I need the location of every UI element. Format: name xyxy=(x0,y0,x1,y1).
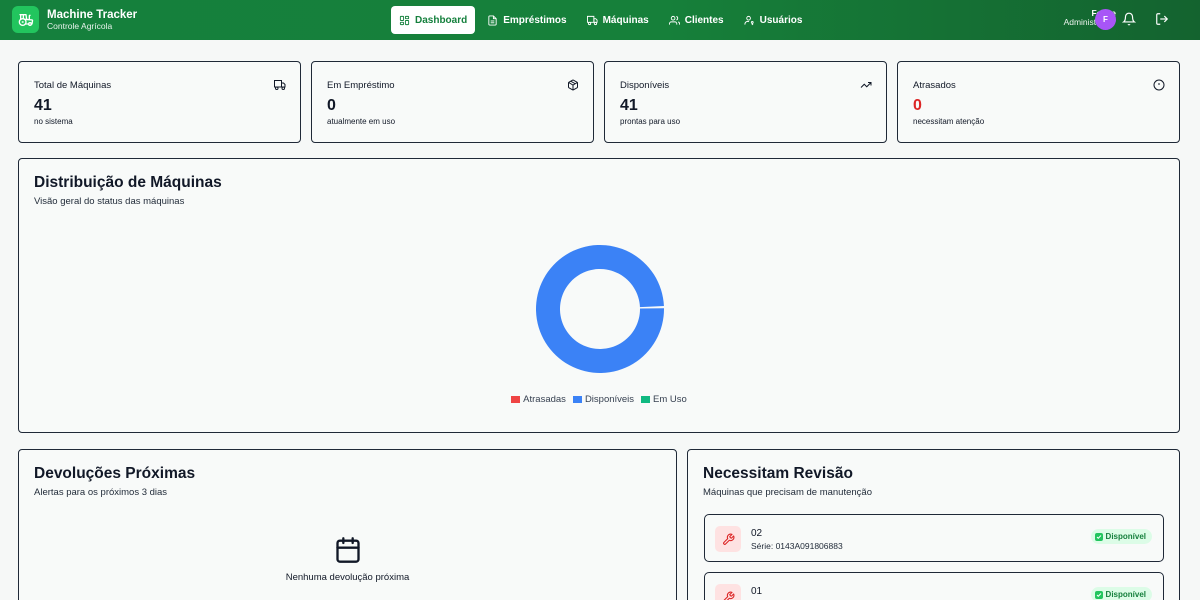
nav-clientes[interactable]: Clientes xyxy=(661,6,732,34)
stat-card-atrasados: Atrasados 0 necessitam atenção xyxy=(897,61,1180,143)
logout-icon[interactable] xyxy=(1155,12,1169,26)
section-title: Necessitam Revisão xyxy=(703,465,853,482)
trending-up-icon xyxy=(860,82,872,88)
stat-value: 0 xyxy=(913,97,922,114)
legend-swatch xyxy=(641,396,651,403)
legend-label: Em Uso xyxy=(653,394,687,405)
nav-label: Usuários xyxy=(759,14,803,26)
wrench-icon xyxy=(715,584,741,600)
document-icon xyxy=(488,14,497,26)
legend-swatch xyxy=(511,396,521,403)
stat-value: 41 xyxy=(620,97,638,114)
donut-slice-disponíveis[interactable] xyxy=(536,244,664,373)
package-icon xyxy=(568,79,578,91)
status-badge: Disponível xyxy=(1090,587,1152,600)
distribution-card: Distribuição de Máquinas Visão geral do … xyxy=(18,158,1180,433)
stat-note: atualmente em uso xyxy=(327,117,396,126)
section-title: Devoluções Próximas xyxy=(34,465,196,482)
nav-label: Dashboard xyxy=(415,14,468,26)
main-nav: Dashboard Empréstimos Máquinas Clientes … xyxy=(391,6,810,34)
grid-icon xyxy=(399,15,410,25)
truck-icon xyxy=(274,80,286,90)
nav-maquinas[interactable]: Máquinas xyxy=(579,6,657,34)
avatar[interactable]: F xyxy=(1095,9,1116,30)
calendar-icon xyxy=(336,537,360,563)
list-item[interactable]: 02 Série: 0143A091806883 Disponível xyxy=(704,514,1164,562)
stat-title: Disponíveis xyxy=(620,80,670,91)
stat-title: Total de Máquinas xyxy=(34,80,112,91)
list-item[interactable]: 01 Disponível xyxy=(704,572,1164,600)
donut-chart xyxy=(536,244,664,373)
machine-name: 02 xyxy=(751,528,763,539)
stat-value: 41 xyxy=(34,97,52,114)
machine-serial: Série: 0143A091806883 xyxy=(751,541,843,551)
nav-label: Máquinas xyxy=(602,14,649,26)
nav-label: Clientes xyxy=(684,14,724,26)
stat-card-emprestimo: Em Empréstimo 0 atualmente em uso xyxy=(311,61,594,143)
stat-note: necessitam atenção xyxy=(913,117,985,126)
legend-item[interactable]: Atrasadas xyxy=(511,394,566,405)
stat-note: no sistema xyxy=(34,117,73,126)
legend-item[interactable]: Em Uso xyxy=(641,394,687,405)
top-navigation-bar: Machine Tracker Controle Agrícola Dashbo… xyxy=(0,0,1200,40)
status-badge: Disponível xyxy=(1090,529,1152,544)
section-subtitle: Máquinas que precisam de manutenção xyxy=(703,487,872,498)
stat-note: prontas para uso xyxy=(620,117,681,126)
section-subtitle: Visão geral do status das máquinas xyxy=(34,196,185,207)
status-label: Disponível xyxy=(1105,590,1146,599)
nav-dashboard[interactable]: Dashboard xyxy=(391,6,476,34)
stat-title: Em Empréstimo xyxy=(327,80,395,91)
users-icon xyxy=(668,15,680,25)
brand-title: Machine Tracker xyxy=(47,8,138,21)
wrench-icon xyxy=(715,526,741,552)
legend-label: Disponíveis xyxy=(584,394,635,405)
check-icon xyxy=(1094,532,1103,541)
truck-icon xyxy=(586,15,598,25)
brand-subtitle: Controle Agrícola xyxy=(47,20,113,31)
machine-name: 01 xyxy=(751,586,763,597)
chart-legend: Atrasadas Disponíveis Em Uso xyxy=(19,394,1179,405)
check-icon xyxy=(1094,590,1103,599)
empty-state-text: Nenhuma devolução próxima xyxy=(285,572,410,583)
legend-item[interactable]: Disponíveis xyxy=(572,394,635,405)
nav-usuarios[interactable]: Usuários xyxy=(736,6,811,34)
stat-card-total: Total de Máquinas 41 no sistema xyxy=(18,61,301,143)
section-subtitle: Alertas para os próximos 3 dias xyxy=(34,487,168,498)
legend-swatch xyxy=(572,396,582,403)
upcoming-returns-card: Devoluções Próximas Alertas para os próx… xyxy=(18,449,677,600)
brand[interactable]: Machine Tracker Controle Agrícola xyxy=(12,6,137,33)
status-label: Disponível xyxy=(1105,532,1146,541)
needs-revision-card: Necessitam Revisão Máquinas que precisam… xyxy=(687,449,1180,600)
stat-title: Atrasados xyxy=(913,80,956,91)
stat-card-disponiveis: Disponíveis 41 prontas para uso xyxy=(604,61,887,143)
legend-label: Atrasadas xyxy=(523,394,566,405)
nav-emprestimos[interactable]: Empréstimos xyxy=(479,6,574,34)
tractor-logo-icon xyxy=(12,6,39,33)
section-title: Distribuição de Máquinas xyxy=(34,174,222,191)
nav-label: Empréstimos xyxy=(503,14,567,26)
user-key-icon xyxy=(744,15,754,25)
bell-icon[interactable] xyxy=(1122,12,1136,26)
alert-circle-icon xyxy=(1153,79,1165,91)
stat-value: 0 xyxy=(327,97,336,114)
